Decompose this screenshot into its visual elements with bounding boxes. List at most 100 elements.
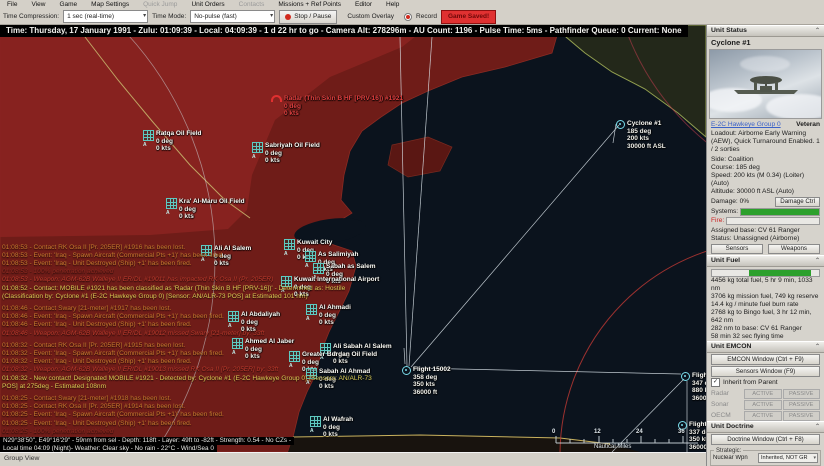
log-entry[interactable]: POS] at 275deg - Estimated 108nm [2, 383, 372, 391]
log-entry[interactable]: 01:08:52 - Contact: MOBILE #1921 has bee… [2, 285, 372, 293]
facility-icon [166, 198, 177, 209]
log-entry[interactable]: 01:08:32 - Event: 'Iraq - Spawn Aircraft… [2, 350, 372, 358]
map-unit-air[interactable]: Flight 15003347 deg880 kts36000 ft [681, 372, 706, 402]
stop-pause-button[interactable]: Stop / Pause [279, 10, 337, 24]
time-mode-select[interactable]: No-pulse (fast) [190, 10, 275, 23]
log-entry[interactable]: 01:08:53 - Weapon: AGM-62B Walleye II ER… [2, 276, 372, 284]
group-view-bar[interactable]: Group View [0, 452, 706, 466]
emcon-passive-button[interactable]: PASSIVE [783, 411, 821, 421]
fuel-bar [711, 269, 820, 277]
emcon-row-label: OECM [711, 411, 743, 421]
unit-emcon-header[interactable]: Unit EMCON ⌃ [707, 341, 824, 353]
emcon-active-button[interactable]: ACTIVE [744, 400, 782, 410]
time-compression-select[interactable]: 1 sec (real-time) [63, 10, 148, 23]
custom-overlay-button[interactable]: Custom Overlay [341, 10, 400, 24]
log-entry[interactable]: 01:08:25 - Event: 'Iraq - Spawn Aircraft… [2, 411, 372, 419]
systems-bar [740, 208, 820, 216]
collapse-icon[interactable]: ⌃ [815, 423, 820, 431]
emcon-window-button[interactable]: EMCON Window (Ctrl + F9) [711, 354, 820, 365]
assigned-base-text: Assigned base: CV 61 Ranger [707, 227, 824, 235]
map-unit-facility[interactable]: Sabriyah Oil Field0 deg0 kts [252, 142, 320, 165]
stop-icon [285, 14, 291, 20]
unit-class-link[interactable]: E-2C Hawkeye Group 0 [711, 121, 781, 129]
sensors-window-button[interactable]: Sensors Window (F9) [711, 366, 820, 377]
strategic-group-label: Strategic: [714, 447, 743, 455]
menu-missions-ref-points[interactable]: Missions + Ref Points [271, 0, 348, 9]
game-saved-button[interactable]: Game Saved! [441, 10, 496, 24]
doctrine-row-label: Nuclear Wpn [713, 454, 748, 462]
map-unit-air[interactable]: Flight 15002358 deg350 kts36000 ft [402, 366, 451, 396]
unit-label: Radar (Thin Skin B HF [PRV-16]) #19210 d… [284, 95, 403, 118]
emcon-active-button[interactable]: ACTIVE [744, 389, 782, 399]
proficiency-label: Veteran [796, 121, 820, 129]
inherit-label: Inherit from Parent [723, 379, 778, 387]
log-entry[interactable]: 01:08:46 - Weapon: AGM-62B Walleye II ER… [2, 330, 372, 338]
unit-fuel-header[interactable]: Unit Fuel ⌃ [707, 255, 824, 267]
emcon-table: RadarACTIVEPASSIVESonarACTIVEPASSIVEOECM… [711, 389, 820, 421]
status-line-1: N29°38'50", E49°16'29" - 59nm from sel -… [0, 437, 294, 445]
unit-emcon-header-label: Unit EMCON [711, 343, 751, 351]
record-radio[interactable] [404, 13, 412, 21]
scale-caption: Nautical Miles [594, 444, 631, 450]
facility-icon [143, 130, 154, 141]
log-entry[interactable]: 01:08:25 - Contact Swary [21-meter] #191… [2, 395, 372, 403]
doctrine-window-button[interactable]: Doctrine Window (Ctrl + F8) [711, 434, 820, 445]
aircraft-icon [681, 372, 690, 381]
map-unit-air[interactable]: Cyclone #1185 deg200 kts30000 ft ASL [616, 120, 666, 150]
menubar: FileViewGameMap SettingsQuick JumpUnit O… [0, 0, 824, 9]
log-entry[interactable]: 01:08:46 - Event: 'Iraq - Unit Destroyed… [2, 321, 372, 329]
emcon-row-label: Sonar [711, 400, 743, 410]
collapse-icon[interactable]: ⌃ [815, 257, 820, 265]
map-unit-air[interactable]: Flight 15004337 deg350 kts36000 ft [678, 421, 706, 451]
message-log[interactable]: 01:08:53 - Contact RK Osa II [Pr. 205ER]… [2, 244, 372, 436]
log-entry[interactable]: 01:08:25 - 100% penetration achieved [2, 428, 372, 436]
menu-file[interactable]: File [0, 0, 24, 9]
damage-ctrl-button[interactable]: Damage Ctrl [775, 197, 820, 207]
loadout-text: Loadout: Airborne Early Warning (AEW), Q… [707, 130, 824, 154]
map-viewport[interactable]: Ratqa Oil Field0 deg0 kts Sabriyah Oil Fi… [0, 25, 706, 452]
log-entry[interactable]: 01:08:46 - Contact Swary [21-meter] #191… [2, 305, 372, 313]
menu-help[interactable]: Help [379, 0, 406, 9]
aircraft-icon [616, 120, 625, 129]
menu-game[interactable]: Game [52, 0, 84, 9]
unit-status-header[interactable]: Unit Status ⌃ [707, 25, 824, 37]
log-entry[interactable]: 01:08:25 - Event: 'Iraq - Unit Destroyed… [2, 420, 372, 428]
unit-label: Flight 15002358 deg350 kts36000 ft [413, 366, 451, 396]
log-entry[interactable]: (Classification by: Cyclone #1 (E-2C Haw… [2, 293, 372, 301]
unit-label: Ratqa Oil Field0 deg0 kts [156, 130, 202, 153]
weapons-button[interactable]: Weapons [768, 244, 820, 254]
emcon-passive-button[interactable]: PASSIVE [783, 389, 821, 399]
time-compression-label: Time Compression: [3, 13, 59, 20]
map-unit-facility[interactable]: Ratqa Oil Field0 deg0 kts [143, 130, 202, 153]
menu-map-settings[interactable]: Map Settings [84, 0, 136, 9]
scale-tick: 24 [636, 429, 643, 435]
log-entry[interactable]: 01:08:53 - Event: 'Iraq - Unit Destroyed… [2, 260, 372, 268]
unit-label: Flight 15003347 deg880 kts36000 ft [692, 372, 706, 402]
menu-unit-orders[interactable]: Unit Orders [184, 0, 231, 9]
map-unit-hostile[interactable]: Radar (Thin Skin B HF [PRV-16]) #19210 d… [271, 95, 403, 118]
menu-quick-jump: Quick Jump [136, 0, 184, 9]
unit-doctrine-header[interactable]: Unit Doctrine ⌃ [707, 421, 824, 433]
emcon-active-button[interactable]: ACTIVE [744, 411, 782, 421]
log-entry[interactable]: 01:08:53 - Event: 'Iraq - Spawn Aircraft… [2, 252, 372, 260]
facility-icon [252, 142, 263, 153]
log-entry[interactable]: 01:08:32 - Contact RK Osa II [Pr. 205ER]… [2, 342, 372, 350]
emcon-passive-button[interactable]: PASSIVE [783, 400, 821, 410]
aircraft-silhouette [724, 72, 808, 102]
log-entry[interactable]: 01:08:53 - Contact RK Osa II [Pr. 205ER]… [2, 244, 372, 252]
course-text: Course: 185 deg [707, 164, 824, 172]
inherit-checkbox[interactable]: ✓ [711, 378, 720, 387]
doctrine-select[interactable]: Inherited, NOT GR [758, 453, 818, 463]
fuel-line: 4456 kg total fuel, 5 hr 9 min, 1033 nm [711, 277, 820, 293]
log-entry[interactable]: 01:08:32 - New contact! Designated MOBIL… [2, 375, 372, 383]
collapse-icon[interactable]: ⌃ [815, 27, 820, 35]
record-label: Record [416, 13, 437, 20]
log-entry[interactable]: 01:08:32 - Weapon: AGM-62B Walleye II ER… [2, 366, 372, 374]
sensors-button[interactable]: Sensors [711, 244, 763, 254]
map-unit-facility[interactable]: Kra' Al-Maru Oil Field0 deg0 kts [166, 198, 245, 221]
menu-view[interactable]: View [24, 0, 52, 9]
collapse-icon[interactable]: ⌃ [815, 343, 820, 351]
menu-editor[interactable]: Editor [348, 0, 379, 9]
fuel-line: 14.4 kg / minute fuel burn rate [711, 301, 820, 309]
unit-photo [709, 49, 822, 119]
